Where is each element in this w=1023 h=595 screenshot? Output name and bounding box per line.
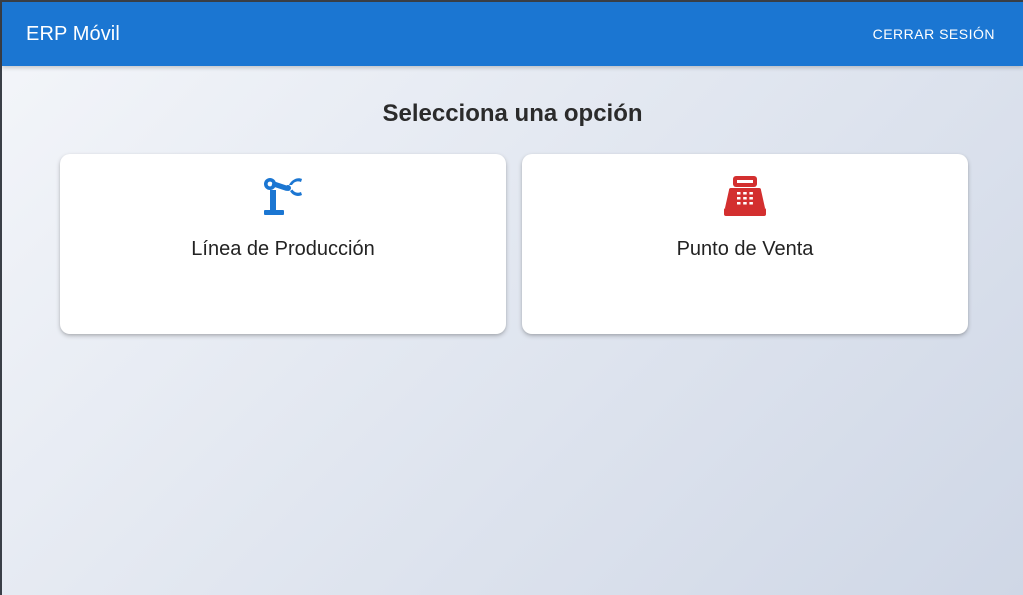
logout-button[interactable]: CERRAR SESIÓN xyxy=(871,20,997,48)
point-of-sale-card[interactable]: Punto de Venta xyxy=(522,154,968,334)
production-line-label: Línea de Producción xyxy=(191,238,375,260)
robot-arm-icon xyxy=(261,174,305,218)
app-bar: ERP Móvil CERRAR SESIÓN xyxy=(2,2,1023,66)
app-title: ERP Móvil xyxy=(26,22,120,45)
options-grid: Línea de Producción Punto de Venta xyxy=(60,154,968,334)
production-line-card[interactable]: Línea de Producción xyxy=(60,154,506,334)
cash-register-icon xyxy=(723,174,767,218)
page-title: Selecciona una opción xyxy=(382,100,643,127)
point-of-sale-label: Punto de Venta xyxy=(676,238,814,260)
